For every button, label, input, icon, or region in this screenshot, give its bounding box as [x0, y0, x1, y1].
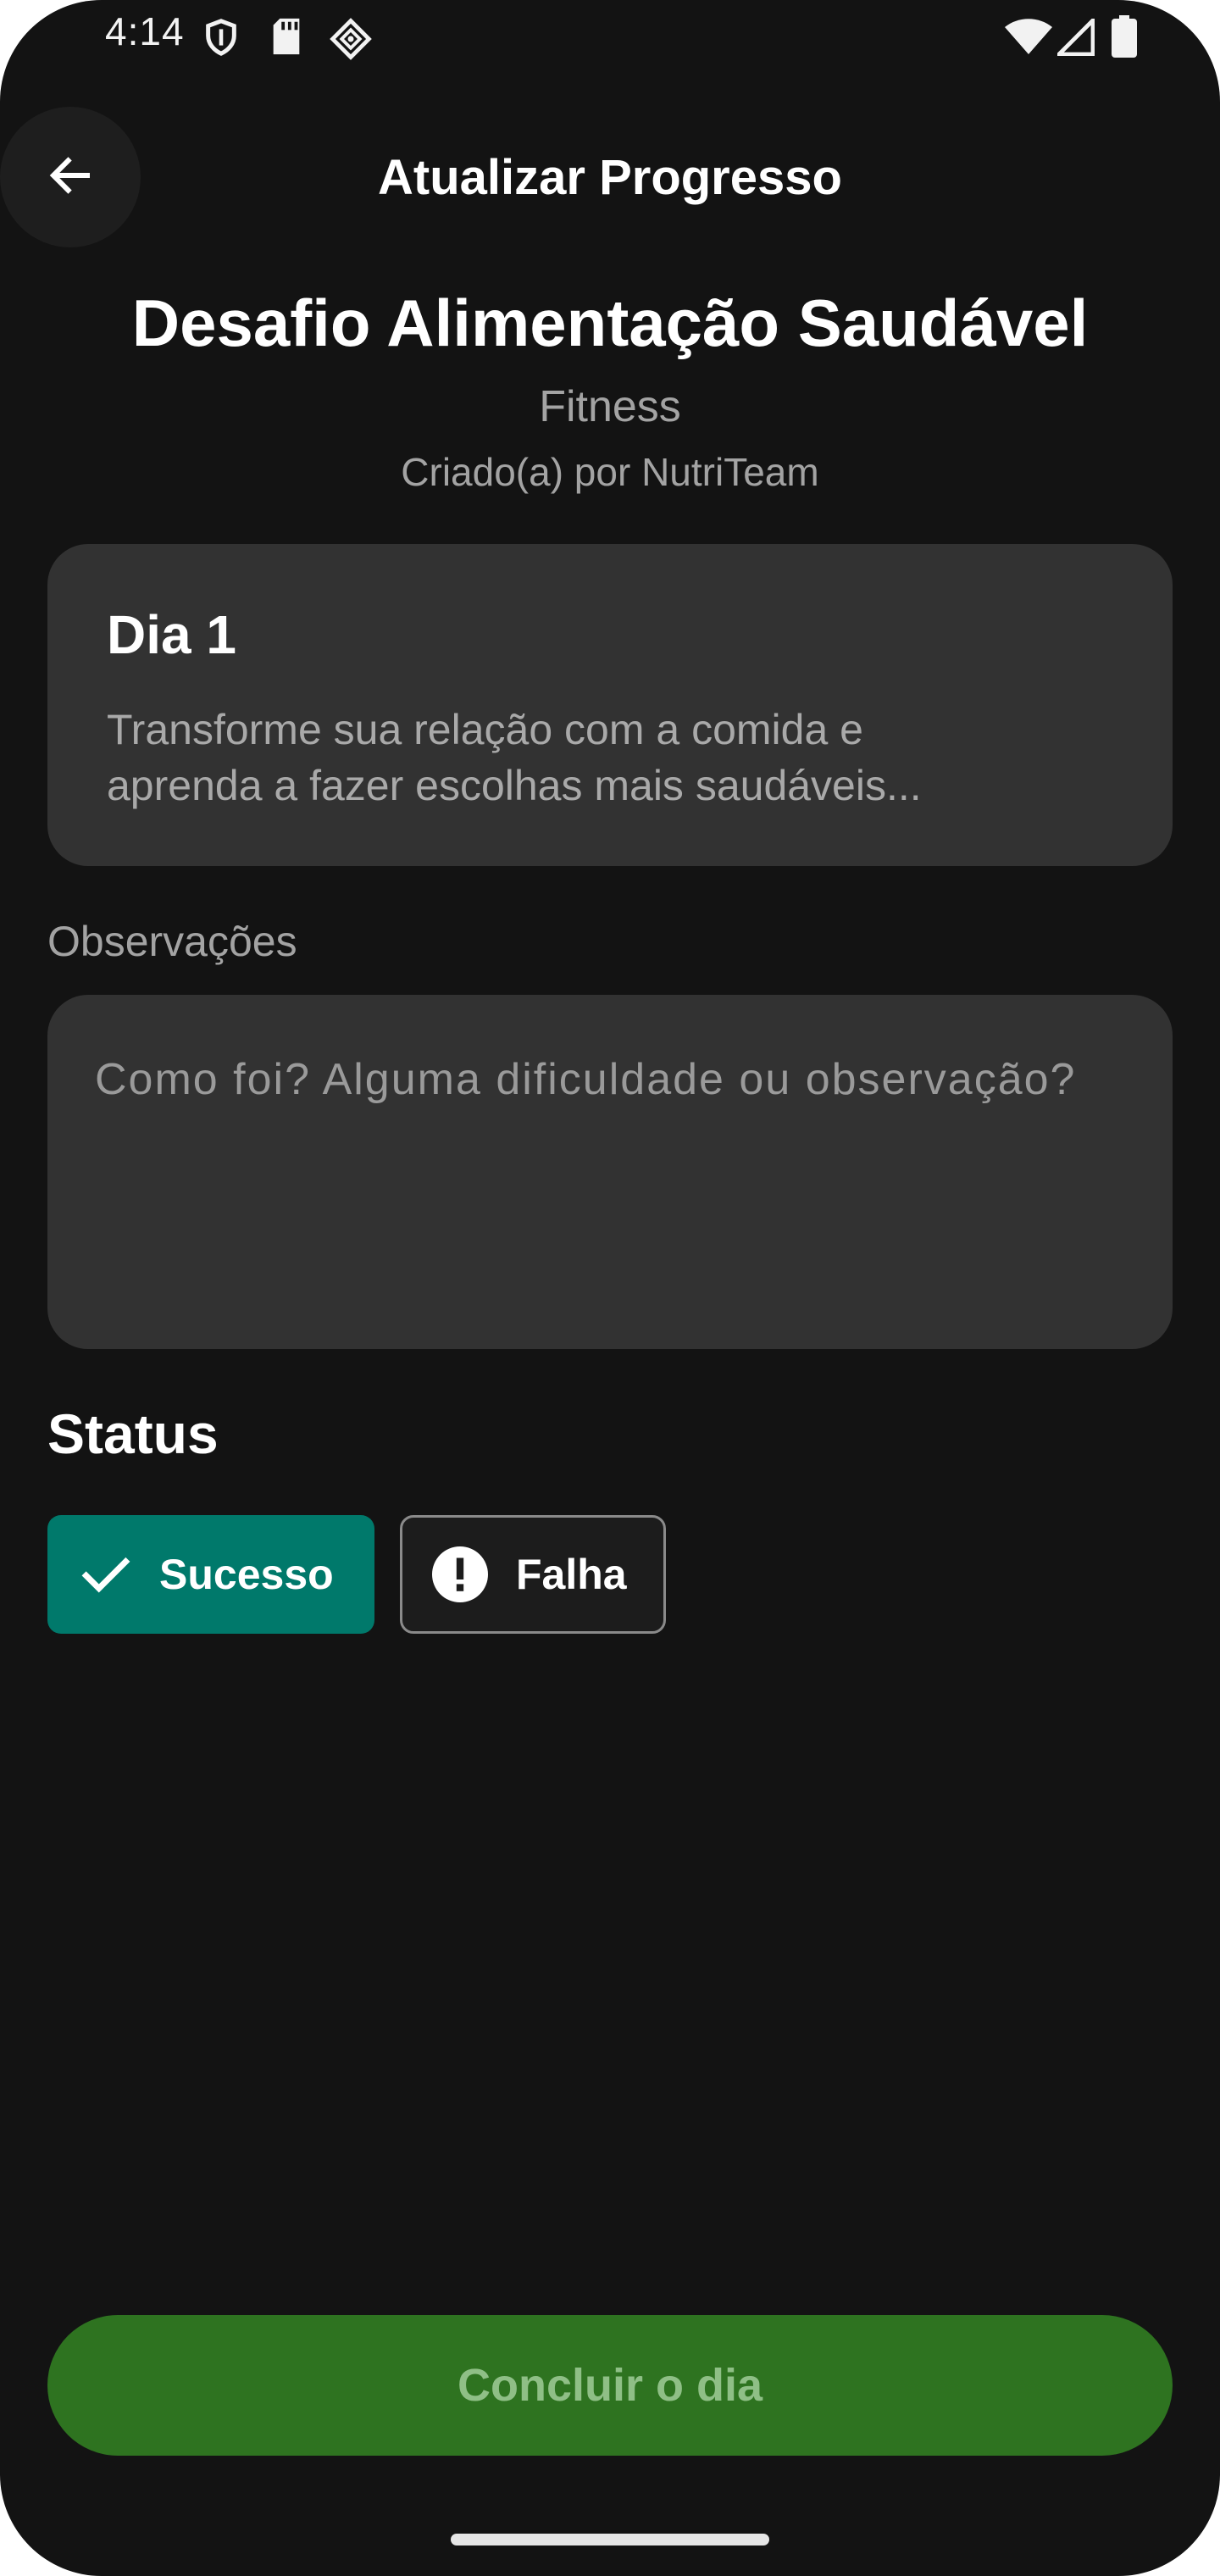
- status-fail-label: Falha: [516, 1551, 627, 1598]
- status-success-label: Sucesso: [159, 1551, 334, 1598]
- status-time: 4:14: [105, 9, 185, 53]
- day-description: Transforme sua relação com a comida e ap…: [107, 702, 1113, 813]
- complete-day-button[interactable]: Concluir o dia: [47, 2315, 1173, 2456]
- data-saver-icon: [329, 17, 373, 61]
- status-heading: Status: [47, 1402, 219, 1465]
- challenge-title: Desafio Alimentação Saudável: [131, 286, 1089, 360]
- challenge-author: Criado(a) por NutriTeam: [401, 450, 819, 494]
- shield-icon: [202, 17, 241, 58]
- check-icon: [78, 1546, 134, 1602]
- battery-icon: [1112, 15, 1137, 58]
- cell-signal-icon: [1057, 19, 1095, 56]
- sd-card-icon: [269, 17, 303, 56]
- notes-label: Observações: [47, 918, 297, 965]
- day-description-line: Transforme sua relação com a comida e: [107, 706, 863, 753]
- day-title: Dia 1: [107, 604, 236, 665]
- day-card: Dia 1 Transforme sua relação com a comid…: [47, 544, 1173, 866]
- phone-screen: 4:14 Atualizar Progresso Desafio Aliment…: [0, 0, 1220, 2576]
- home-indicator[interactable]: [451, 2534, 769, 2545]
- alert-circle-icon: [430, 1544, 491, 1605]
- status-fail-chip[interactable]: Falha: [400, 1515, 666, 1634]
- status-success-chip[interactable]: Sucesso: [47, 1515, 374, 1634]
- day-description-line: aprenda a fazer escolhas mais saudáveis.…: [107, 762, 922, 809]
- screen-title: Atualizar Progresso: [378, 150, 842, 205]
- wifi-icon: [1005, 19, 1052, 56]
- challenge-category: Fitness: [539, 382, 681, 431]
- notes-field[interactable]: [47, 995, 1173, 1349]
- status-bar: 4:14: [0, 0, 1220, 76]
